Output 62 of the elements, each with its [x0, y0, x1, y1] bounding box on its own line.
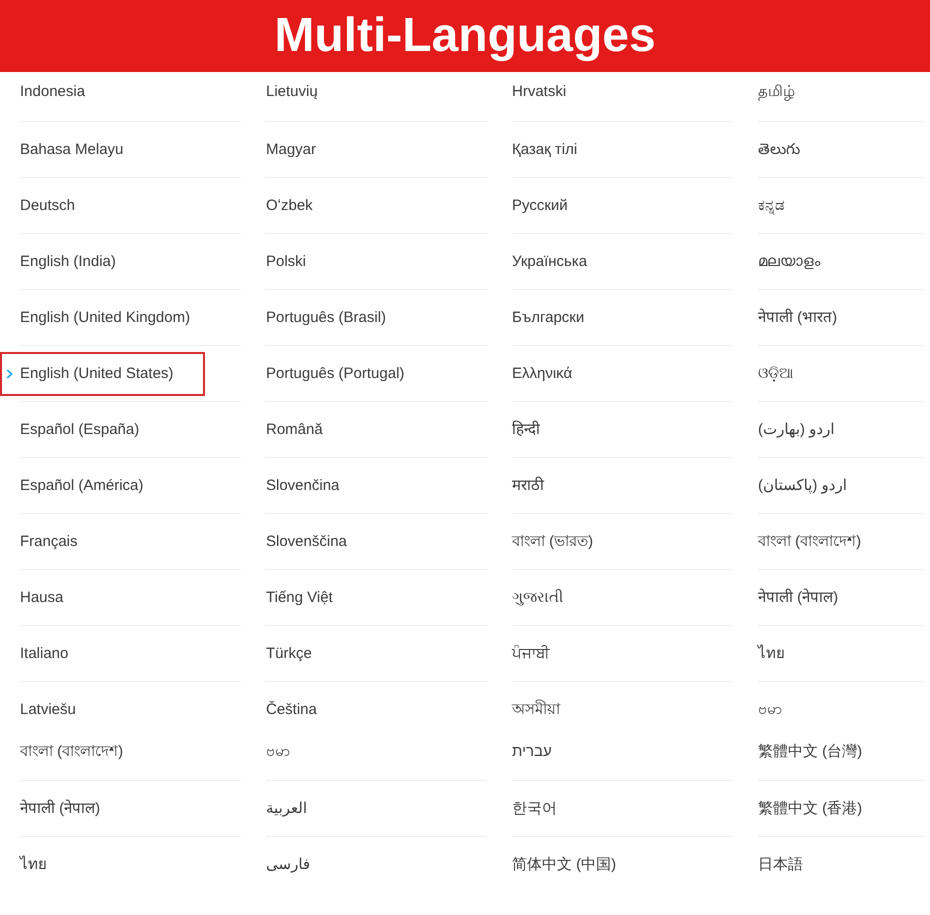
- language-option[interactable]: Deutsch: [20, 196, 76, 214]
- language-option[interactable]: Bahasa Melayu: [20, 140, 124, 158]
- language-option[interactable]: Italiano: [20, 644, 68, 662]
- language-option[interactable]: অসমীয়া: [512, 700, 560, 718]
- language-option[interactable]: Русский: [512, 196, 568, 214]
- language-option[interactable]: Română: [266, 420, 323, 438]
- language-option[interactable]: বাংলা (বাংলাদেশ): [20, 743, 124, 761]
- language-option[interactable]: ਪੰਜਾਬੀ: [512, 644, 550, 662]
- language-option[interactable]: اردو (پاکستان): [758, 476, 847, 494]
- language-option[interactable]: ગુજરાતી: [512, 588, 563, 606]
- language-option[interactable]: Español (España): [20, 420, 140, 438]
- chevron-icon: [6, 368, 13, 378]
- language-option[interactable]: Indonesia: [20, 83, 86, 101]
- language-option[interactable]: नेपाली (नेपाल): [758, 588, 838, 606]
- banner-title: Multi-Languages: [274, 12, 656, 60]
- language-option[interactable]: Oʻzbek: [266, 196, 313, 214]
- language-option[interactable]: Slovenčina: [266, 476, 340, 494]
- language-option[interactable]: ဗမာ: [758, 700, 782, 718]
- language-option[interactable]: বাংলা (ভারত): [512, 532, 594, 550]
- language-option[interactable]: Français: [20, 532, 78, 550]
- language-option[interactable]: Қазақ тілі: [512, 140, 578, 158]
- language-option[interactable]: Polski: [266, 252, 306, 270]
- language-option[interactable]: नेपाली (नेपाल): [20, 800, 100, 818]
- language-option[interactable]: Português (Portugal): [266, 364, 404, 382]
- language-option[interactable]: Hrvatski: [512, 83, 566, 101]
- language-option[interactable]: नेपाली (भारत): [758, 308, 838, 326]
- language-option[interactable]: Lietuvių: [266, 83, 318, 101]
- language-option[interactable]: తెలుగు: [758, 140, 800, 158]
- language-option[interactable]: ಕನ್ನಡ: [758, 196, 785, 214]
- language-option[interactable]: বাংলা (বাংলাদেশ): [758, 532, 862, 550]
- language-option[interactable]: ไทย: [20, 856, 47, 874]
- language-option[interactable]: Latviešu: [20, 700, 76, 718]
- language-option[interactable]: 日本語: [758, 856, 803, 874]
- language-option[interactable]: मराठी: [512, 476, 544, 494]
- language-option[interactable]: മലയാളം: [758, 252, 820, 270]
- language-option[interactable]: English (India): [20, 252, 116, 270]
- language-option[interactable]: English (United Kingdom): [20, 308, 190, 326]
- language-option[interactable]: 한국어: [512, 800, 557, 818]
- language-option[interactable]: ଓଡ଼ିଆ: [758, 364, 794, 382]
- language-option[interactable]: العربية: [266, 800, 307, 818]
- language-option[interactable]: اردو (بھارت): [758, 420, 835, 438]
- language-option[interactable]: हिन्दी: [512, 420, 540, 438]
- language-option[interactable]: ဗမာ: [266, 743, 290, 761]
- language-option[interactable]: Українська: [512, 252, 588, 270]
- language-option[interactable]: Ελληνικά: [512, 364, 572, 382]
- language-option[interactable]: Hausa: [20, 588, 64, 606]
- language-option[interactable]: Magyar: [266, 140, 316, 158]
- language-option[interactable]: Türkçe: [266, 644, 312, 662]
- language-option[interactable]: 繁體中文 (香港): [758, 800, 862, 818]
- language-option[interactable]: Português (Brasil): [266, 308, 386, 326]
- language-option[interactable]: 简体中文 (中国): [512, 856, 616, 874]
- language-option[interactable]: English (United States): [0, 352, 205, 396]
- language-option[interactable]: Slovenščina: [266, 532, 347, 550]
- language-option[interactable]: فارسی: [266, 856, 310, 874]
- language-option[interactable]: தமிழ்: [758, 83, 795, 101]
- language-option[interactable]: עברית: [512, 743, 552, 761]
- language-option[interactable]: Tiếng Việt: [266, 588, 333, 606]
- language-option[interactable]: Español (América): [20, 476, 144, 494]
- language-option[interactable]: 繁體中文 (台灣): [758, 743, 862, 761]
- language-option[interactable]: Български: [512, 308, 584, 326]
- language-option[interactable]: Čeština: [266, 700, 317, 718]
- language-option[interactable]: ไทย: [758, 644, 785, 662]
